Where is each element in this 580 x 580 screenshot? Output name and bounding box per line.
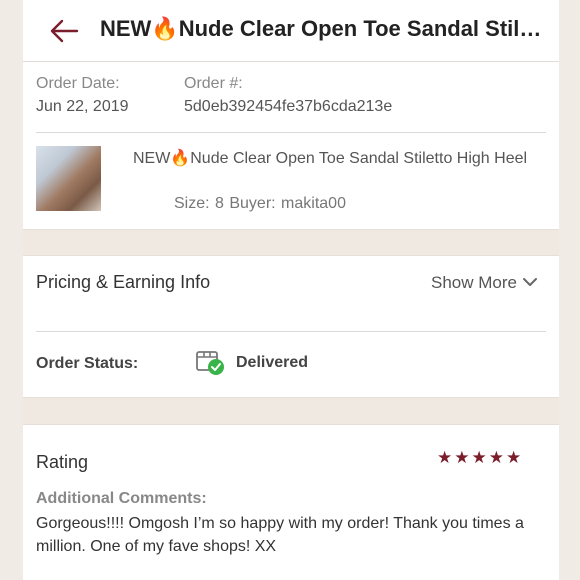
order-number-label: Order #: [184,75,243,92]
section-separator [23,229,559,256]
order-status-value: Delivered [236,354,309,371]
header-bar: NEW🔥Nude Clear Open Toe Sandal Stiletto … [23,0,559,62]
page-title: NEW🔥Nude Clear Open Toe Sandal Stiletto … [100,16,550,41]
show-more-button[interactable]: Show More [431,273,517,293]
divider [36,331,546,332]
order-number-value: 5d0eb392454fe37b6cda213e [184,98,393,115]
arrow-left-icon[interactable] [49,18,79,44]
item-title[interactable]: NEW🔥Nude Clear Open Toe Sandal Stiletto … [133,147,543,171]
item-size-buyer: Size: 8 Buyer: makita00 [174,195,346,212]
pricing-section-title: Pricing & Earning Info [36,272,211,292]
section-separator [23,397,559,425]
divider [36,132,546,133]
rating-stars: ★★★★★ [437,448,524,467]
order-date-label: Order Date: [36,75,120,92]
package-delivered-icon [196,351,224,375]
item-thumbnail[interactable] [36,146,101,211]
order-status-label: Order Status: [36,355,139,372]
order-date-value: Jun 22, 2019 [36,98,129,115]
chevron-down-icon[interactable] [522,276,538,288]
additional-comments-label: Additional Comments: [36,490,207,507]
order-details-screen: NEW🔥Nude Clear Open Toe Sandal Stilett o … [23,0,559,580]
additional-comments-text: Gorgeous!!!! Omgosh I’m so happy with my… [36,515,524,555]
rating-section-title: Rating [36,452,89,472]
